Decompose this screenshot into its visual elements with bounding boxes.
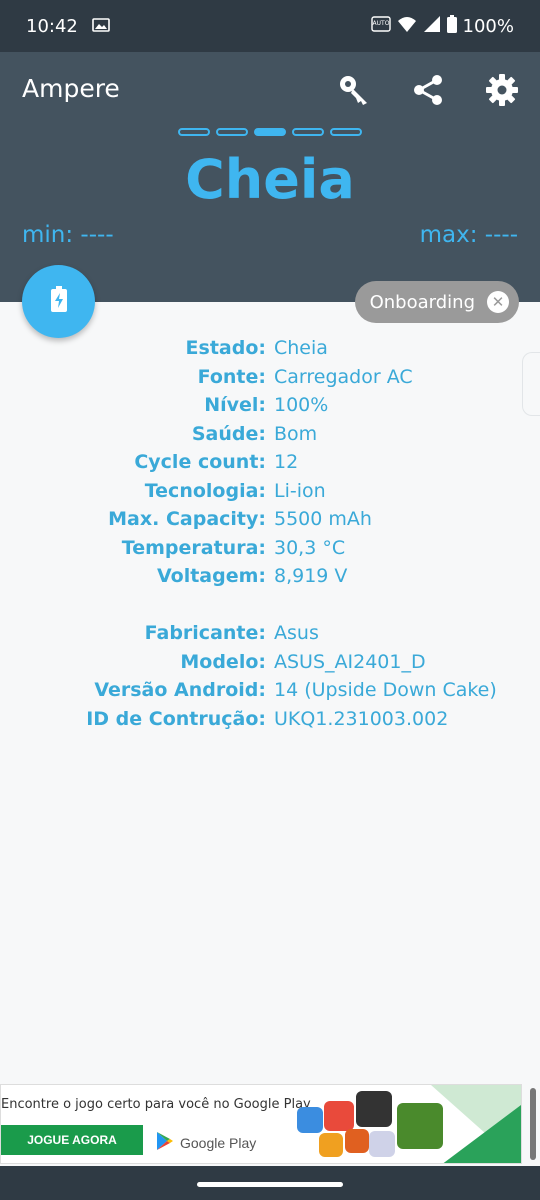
onboarding-chip[interactable]: Onboarding ✕	[354, 281, 519, 323]
info-value: Li-ion	[274, 479, 326, 502]
svg-text:AUTO: AUTO	[372, 20, 389, 27]
signal-icon	[423, 15, 441, 38]
image-icon	[92, 16, 110, 37]
info-row: Fonte: Carregador AC	[0, 363, 540, 392]
info-key: ID de Contrução:	[86, 707, 266, 730]
status-bar: 10:42 AUTO 100%	[0, 0, 540, 52]
info-row: Max. Capacity: 5500 mAh	[0, 505, 540, 534]
status-time: 10:42	[26, 15, 78, 37]
info-row: Cycle count: 12	[0, 448, 540, 477]
info-value: 100%	[274, 394, 329, 417]
ad-store-label: Google Play	[180, 1134, 257, 1151]
share-icon[interactable]	[408, 70, 448, 110]
navigation-bar	[0, 1166, 540, 1200]
google-play-icon	[156, 1131, 174, 1154]
info-value: Carregador AC	[274, 365, 413, 388]
info-key: Voltagem:	[156, 565, 266, 588]
page-indicator	[178, 128, 362, 136]
auto-hd-icon: AUTO	[370, 15, 391, 38]
info-key: Saúde:	[191, 422, 266, 445]
battery-percent: 100%	[462, 15, 514, 37]
info-row: Voltagem: 8,919 V	[0, 562, 540, 591]
status-icons: AUTO 100%	[370, 14, 514, 38]
info-value: 12	[274, 451, 299, 474]
key-icon[interactable]	[334, 70, 374, 110]
app-title: Ampere	[22, 74, 120, 103]
gear-icon[interactable]	[482, 70, 522, 110]
info-row: Versão Android: 14 (Upside Down Cake)	[0, 676, 540, 705]
min-label: min: ----	[22, 222, 114, 248]
info-key: Cycle count:	[134, 451, 266, 474]
game-thumbnail-icon	[297, 1107, 323, 1133]
info-key: Fonte:	[197, 365, 266, 388]
info-key: Estado:	[185, 337, 266, 360]
page-indicator-dot[interactable]	[292, 128, 324, 136]
battery-info-list: Estado: Cheia Fonte: Carregador AC Nível: 100…	[0, 334, 540, 733]
info-value: UKQ1.231003.002	[274, 707, 449, 730]
info-row: Estado: Cheia	[0, 334, 540, 363]
onboarding-label: Onboarding	[369, 291, 475, 313]
page-indicator-dot[interactable]	[216, 128, 248, 136]
battery-icon	[446, 14, 457, 38]
max-label: max: ----	[419, 222, 518, 248]
app-header: Ampere Cheia min: ---- max: ----	[0, 52, 540, 302]
info-value: ASUS_AI2401_D	[274, 650, 426, 673]
game-thumbnail-icon	[345, 1129, 369, 1153]
info-value: 30,3 °C	[274, 536, 346, 559]
game-thumbnail-icon	[369, 1131, 395, 1157]
ad-banner[interactable]: Encontre o jogo certo para você no Googl…	[0, 1084, 522, 1164]
battery-charging-icon	[50, 286, 67, 317]
info-key: Modelo:	[180, 650, 266, 673]
info-key: Temperatura:	[121, 536, 266, 559]
ad-cta-button[interactable]: JOGUE AGORA	[1, 1125, 143, 1155]
info-row: Fabricante: Asus	[0, 619, 540, 648]
info-value: Cheia	[274, 337, 328, 360]
battery-fab-button[interactable]	[22, 265, 95, 338]
ad-scrollbar[interactable]	[530, 1088, 536, 1160]
ad-decoration	[441, 1105, 521, 1163]
game-thumbnail-icon	[356, 1091, 392, 1127]
page-indicator-dot[interactable]	[178, 128, 210, 136]
info-row: Nível: 100%	[0, 391, 540, 420]
page-indicator-dot[interactable]	[330, 128, 362, 136]
info-value: Asus	[274, 622, 319, 645]
info-row: Tecnologia: Li-ion	[0, 477, 540, 506]
home-gesture-handle[interactable]	[197, 1182, 343, 1187]
info-key: Fabricante:	[144, 622, 266, 645]
game-thumbnail-icon	[324, 1101, 354, 1131]
game-thumbnail-icon	[319, 1133, 343, 1157]
info-row: Saúde: Bom	[0, 420, 540, 449]
info-value: 8,919 V	[274, 565, 348, 588]
info-key: Versão Android:	[94, 679, 266, 702]
info-value: 5500 mAh	[274, 508, 372, 531]
info-row: ID de Contrução: UKQ1.231003.002	[0, 705, 540, 734]
info-key: Max. Capacity:	[108, 508, 266, 531]
page-indicator-dot[interactable]	[254, 128, 286, 136]
battery-state-title: Cheia	[185, 148, 355, 211]
wifi-icon	[397, 15, 417, 38]
info-value: Bom	[274, 422, 318, 445]
info-row: Temperatura: 30,3 °C	[0, 534, 540, 563]
ad-headline: Encontre o jogo certo para você no Googl…	[1, 1097, 311, 1112]
info-key: Nível:	[204, 394, 266, 417]
info-value: 14 (Upside Down Cake)	[274, 679, 497, 702]
info-row: Modelo: ASUS_AI2401_D	[0, 648, 540, 677]
ad-store: Google Play	[156, 1131, 256, 1154]
info-key: Tecnologia:	[144, 479, 266, 502]
close-icon[interactable]: ✕	[487, 291, 509, 313]
